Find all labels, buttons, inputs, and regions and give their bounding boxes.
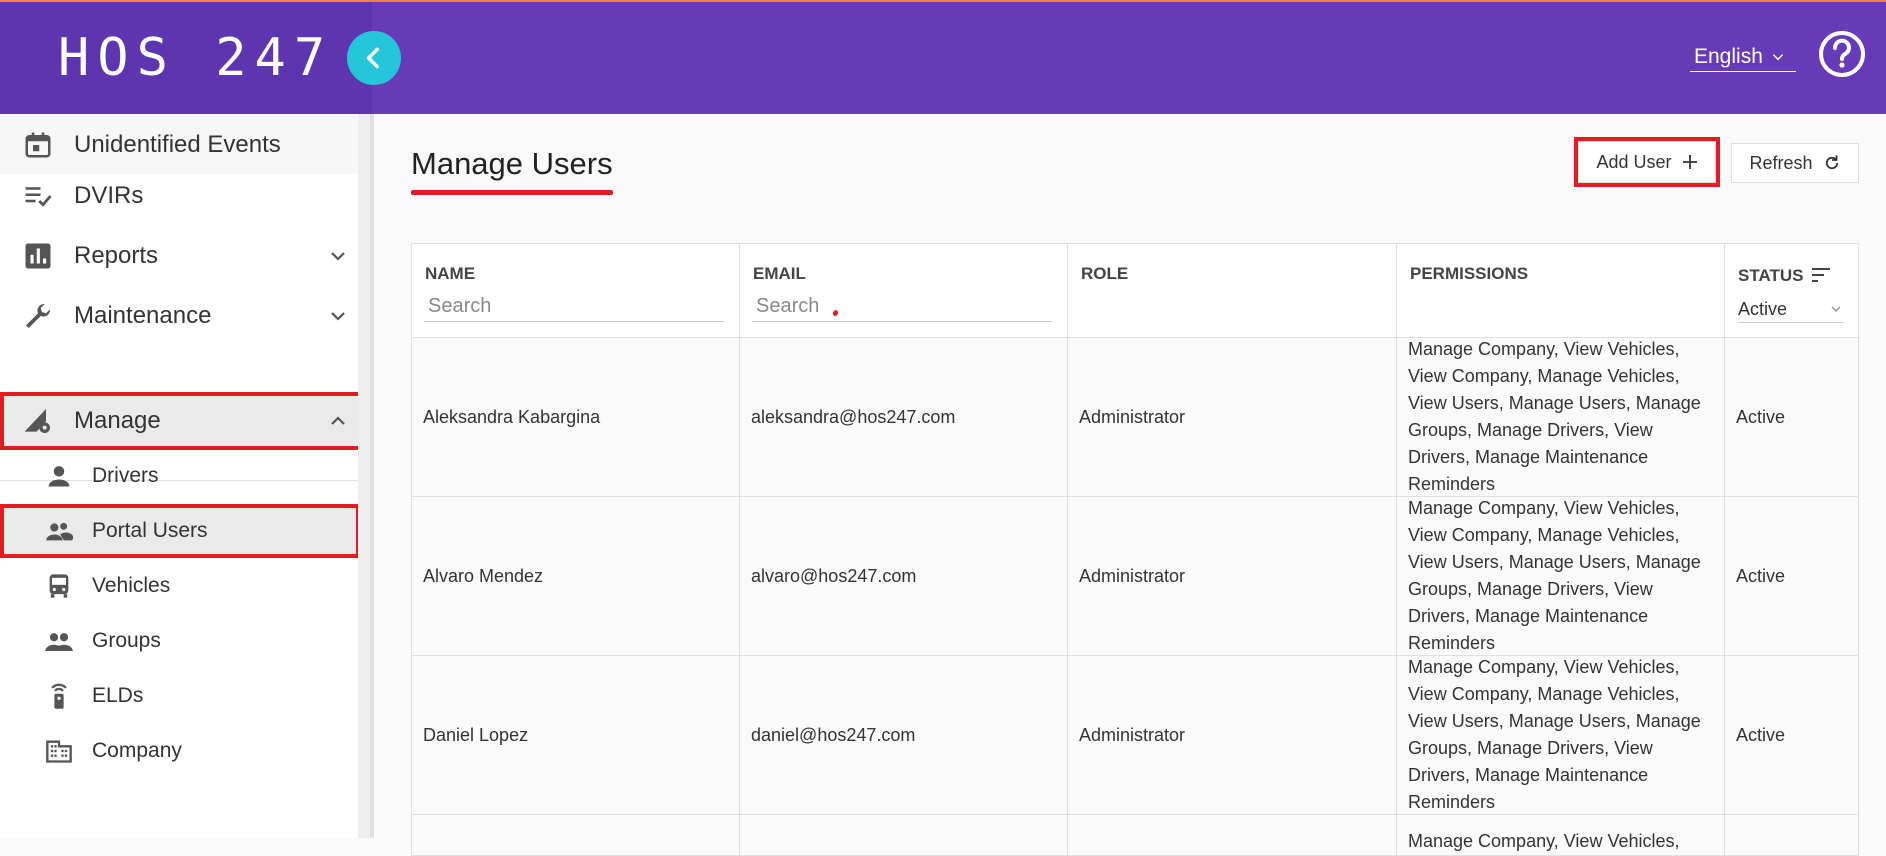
plus-icon <box>1682 155 1697 169</box>
manage-gear-icon <box>22 405 54 437</box>
status-filter-value: Active <box>1738 298 1788 319</box>
sidebar-subitem-label: Vehicles <box>92 574 171 597</box>
people-icon <box>44 626 74 656</box>
bar-chart-icon <box>22 240 54 272</box>
sidebar-item-label: DVIRs <box>74 182 144 209</box>
language-select[interactable]: English <box>1690 42 1796 72</box>
sidebar-item-unidentified-events[interactable]: Unidentified Events <box>0 116 370 174</box>
chevron-up-icon <box>331 416 345 425</box>
column-role-label: ROLE <box>1081 264 1129 283</box>
refresh-icon <box>1825 155 1838 170</box>
eld-device-icon <box>44 681 74 711</box>
add-user-label: Add User <box>1596 151 1672 172</box>
column-status-label: STATUS <box>1738 266 1804 285</box>
column-header-name: NAME <box>412 244 740 337</box>
cell-email: aleksandra@hos247.com <box>740 338 1068 496</box>
person-icon <box>44 461 74 491</box>
cell-name <box>412 815 740 855</box>
app-logo: HOS 247 <box>58 28 334 88</box>
column-header-permissions: PERMISSIONS <box>1397 244 1725 337</box>
language-label: English <box>1694 44 1763 68</box>
column-header-email: EMAIL <box>740 244 1068 337</box>
title-underline <box>411 190 613 195</box>
cell-status: Active <box>1736 406 1786 427</box>
sidebar-edge <box>370 114 374 838</box>
logo-panel: HOS 247 <box>0 2 372 114</box>
help-icon <box>1819 31 1865 77</box>
sidebar-subitem-label: ELDs <box>92 684 144 707</box>
table-row[interactable]: Alvaro Mendez alvaro@hos247.com Administ… <box>412 497 1858 656</box>
sidebar-item-dvirs[interactable]: DVIRs <box>0 167 370 225</box>
sidebar-item-reports[interactable]: Reports <box>0 227 370 285</box>
building-icon <box>44 736 74 766</box>
cell-permissions: Manage Company, View Vehicles, <box>1397 815 1725 855</box>
cell-email: alvaro@hos247.com <box>740 497 1068 655</box>
collapse-sidebar-button[interactable] <box>347 31 401 85</box>
sidebar-subitem-groups[interactable]: Groups <box>0 614 360 668</box>
users-table: NAME EMAIL ROLE PERMISSIONS STATUS Activ… <box>411 243 1859 856</box>
sidebar-subitem-vehicles[interactable]: Vehicles <box>0 559 360 613</box>
cell-role: Administrator <box>1068 338 1397 496</box>
sidebar-subitem-company[interactable]: Company <box>0 724 360 778</box>
column-permissions-label: PERMISSIONS <box>1410 264 1529 283</box>
sidebar-subitem-label: Company <box>92 739 182 762</box>
cell-role <box>1068 815 1397 855</box>
refresh-button[interactable]: Refresh <box>1731 143 1859 183</box>
table-row[interactable]: Manage Company, View Vehicles, <box>412 815 1858 855</box>
cell-status <box>1725 815 1858 855</box>
calendar-icon <box>22 129 54 161</box>
supervisor-account-icon <box>44 516 74 546</box>
chevron-down-icon <box>1772 53 1784 60</box>
cell-permissions: Manage Company, View Vehicles, View Comp… <box>1397 656 1725 814</box>
help-button[interactable] <box>1818 30 1866 78</box>
cell-status: Active <box>1736 724 1786 745</box>
sidebar-item-label: Manage <box>74 407 161 434</box>
chevron-down-icon <box>1831 306 1841 312</box>
table-header: NAME EMAIL ROLE PERMISSIONS STATUS Activ… <box>412 244 1858 338</box>
cell-name: Daniel Lopez <box>412 656 740 814</box>
sidebar-subitem-label: Drivers <box>92 464 159 487</box>
name-search-input[interactable] <box>424 292 724 322</box>
cell-email <box>740 815 1068 855</box>
sidebar-item-label: Reports <box>74 242 159 269</box>
sidebar-subitem-label: Portal Users <box>92 519 208 542</box>
column-header-status: STATUS Active <box>1725 244 1859 337</box>
sidebar-subitem-portal-users[interactable]: Portal Users <box>0 504 360 558</box>
add-user-button[interactable]: Add User <box>1574 137 1720 187</box>
page-title: Manage Users <box>411 146 613 181</box>
column-email-label: EMAIL <box>753 264 806 283</box>
table-row[interactable]: Daniel Lopez daniel@hos247.com Administr… <box>412 656 1858 815</box>
chevron-left-icon <box>366 47 379 69</box>
cell-email: daniel@hos247.com <box>740 656 1068 814</box>
sidebar: Unidentified Events DVIRs Reports Mainte… <box>0 114 373 838</box>
cell-name: Aleksandra Kabargina <box>412 338 740 496</box>
sidebar-subitem-drivers[interactable]: Drivers <box>0 449 360 503</box>
sidebar-item-maintenance[interactable]: Maintenance <box>0 287 370 345</box>
sidebar-subitem-elds[interactable]: ELDs <box>0 669 360 723</box>
checklist-icon <box>22 180 54 212</box>
status-filter-select[interactable]: Active <box>1738 296 1844 323</box>
cell-permissions: Manage Company, View Vehicles, View Comp… <box>1397 338 1725 496</box>
cell-name: Alvaro Mendez <box>412 497 740 655</box>
column-header-role: ROLE <box>1068 244 1397 337</box>
top-app-bar: HOS 247 English <box>0 0 1886 114</box>
cell-status: Active <box>1736 565 1786 586</box>
cell-role: Administrator <box>1068 656 1397 814</box>
sort-icon[interactable] <box>1811 266 1831 284</box>
chevron-down-icon <box>331 252 345 261</box>
chevron-down-icon <box>331 312 345 321</box>
sidebar-item-label: Unidentified Events <box>74 131 281 158</box>
column-name-label: NAME <box>425 264 476 283</box>
sidebar-subitem-label: Groups <box>92 629 161 652</box>
cell-role: Administrator <box>1068 497 1397 655</box>
cell-permissions: Manage Company, View Vehicles, View Comp… <box>1397 497 1725 655</box>
sidebar-item-label: Maintenance <box>74 302 212 329</box>
email-search-input[interactable] <box>752 292 1052 322</box>
table-row[interactable]: Aleksandra Kabargina aleksandra@hos247.c… <box>412 338 1858 497</box>
sidebar-item-manage[interactable]: Manage <box>0 392 368 450</box>
bus-icon <box>44 571 74 601</box>
refresh-label: Refresh <box>1749 152 1813 173</box>
wrench-icon <box>22 300 54 332</box>
